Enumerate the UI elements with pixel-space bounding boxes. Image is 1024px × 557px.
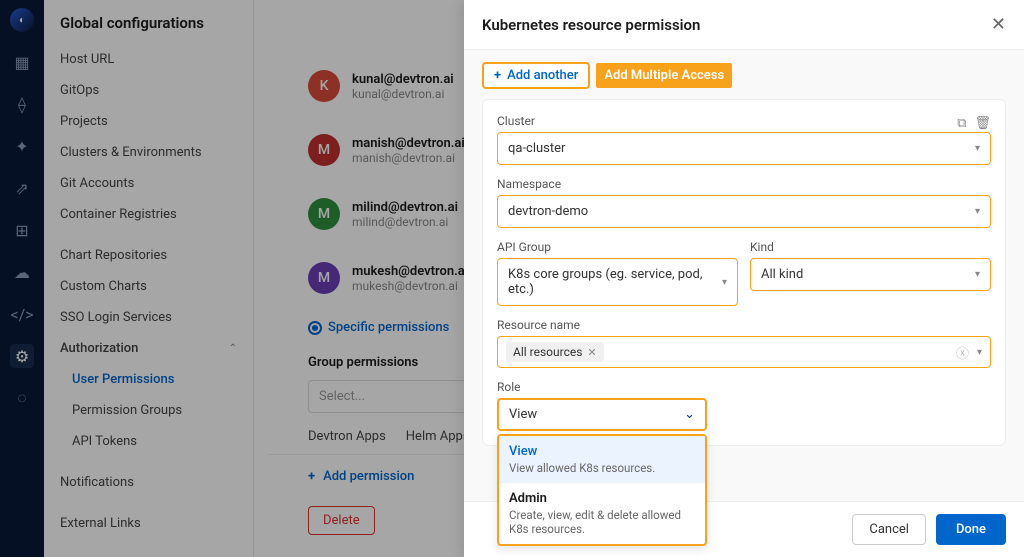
rail-code-icon[interactable]: </> [10,302,34,326]
sidebar-item-gitops[interactable]: GitOps [44,75,253,106]
rail-chart-icon[interactable]: ⊞ [10,218,34,242]
role-select[interactable]: View⌄ [497,398,707,431]
sidebar-item-host-url[interactable]: Host URL [44,44,253,75]
tab-helm-apps[interactable]: Helm Apps [406,429,470,454]
delete-icon[interactable]: 🗑 [974,116,991,131]
user-email: kunal@devtron.ai [352,72,454,87]
avatar: M [308,262,340,294]
resource-tag: All resources✕ [506,342,604,362]
avatar: K [308,70,340,102]
user-email: milind@devtron.ai [352,200,458,215]
tag-remove-icon[interactable]: ✕ [587,346,596,359]
chevron-down-icon: ▾ [975,269,980,280]
radio-specific-permissions[interactable]: Specific permissions [308,320,449,335]
radio-icon [308,321,322,335]
api-group-select[interactable]: K8s core groups (eg. service, pod, etc.)… [497,258,738,306]
namespace-select[interactable]: devtron-demo▾ [497,195,991,228]
sidebar-item-clusters[interactable]: Clusters & Environments [44,137,253,168]
sidebar-item-authorization[interactable]: Authorization ⌃ [44,333,253,364]
done-button[interactable]: Done [936,514,1006,545]
sidebar-item-external-links[interactable]: External Links [44,508,253,539]
avatar: M [308,198,340,230]
page-title: Global configurations [44,14,253,44]
sidebar-item-notifications[interactable]: Notifications [44,467,253,498]
user-email: manish@devtron.ai [352,136,465,151]
namespace-label: Namespace [497,177,991,191]
clear-icon[interactable]: ⓧ [956,343,969,362]
role-dropdown: View View allowed K8s resources. Admin C… [497,434,707,546]
chevron-up-icon: ⌃ [229,343,237,354]
cluster-label: Cluster [497,114,535,128]
chevron-down-icon: ▾ [722,277,727,288]
sidebar-item-chart-repos[interactable]: Chart Repositories [44,240,253,271]
chevron-down-icon: ⌄ [684,407,695,422]
chevron-down-icon: ▾ [975,143,980,154]
rail-deploy-icon[interactable]: ⟠ [10,92,34,116]
chevron-down-icon: ▾ [975,206,980,217]
rail-rocket-icon[interactable]: ⇗ [10,176,34,200]
resource-name-label: Resource name [497,318,991,332]
sidebar-sub-permission-groups[interactable]: Permission Groups [44,395,253,426]
sidebar-item-custom-charts[interactable]: Custom Charts [44,271,253,302]
sidebar-item-projects[interactable]: Projects [44,106,253,137]
resource-name-select[interactable]: All resources✕ ⓧ ▾ [497,336,991,368]
copy-icon[interactable]: ⧉ [957,116,966,131]
role-option-view[interactable]: View View allowed K8s resources. [499,436,705,483]
add-another-button[interactable]: +Add another [482,62,590,89]
kind-label: Kind [750,240,991,254]
plus-icon: + [494,68,501,83]
rail-grid-icon[interactable]: ▦ [10,50,34,74]
rail-settings-icon[interactable]: ⚙ [10,344,34,368]
sidebar-item-git-accounts[interactable]: Git Accounts [44,168,253,199]
avatar: M [308,134,340,166]
sidebar-item-container-registries[interactable]: Container Registries [44,199,253,230]
cancel-button[interactable]: Cancel [852,514,926,545]
cluster-select[interactable]: qa-cluster▾ [497,132,991,165]
rail-flame-icon[interactable]: ✦ [10,134,34,158]
tab-devtron-apps[interactable]: Devtron Apps [308,429,386,454]
add-multiple-access-callout: Add Multiple Access [596,63,732,88]
sidebar-item-sso[interactable]: SSO Login Services [44,302,253,333]
kind-select[interactable]: All kind▾ [750,258,991,291]
delete-button[interactable]: Delete [308,506,375,535]
role-option-admin[interactable]: Admin Create, view, edit & delete allowe… [499,483,705,544]
user-email: mukesh@devtron.ai [352,264,468,279]
sidebar-sub-api-tokens[interactable]: API Tokens [44,426,253,457]
sidebar-sub-user-permissions[interactable]: User Permissions [44,364,253,395]
api-group-label: API Group [497,240,738,254]
kubernetes-permission-modal: Kubernetes resource permission ✕ +Add an… [464,0,1024,557]
chevron-down-icon: ▾ [977,347,982,358]
role-label: Role [497,380,991,394]
rail-cycle-icon[interactable]: ◌ [10,386,34,410]
close-icon[interactable]: ✕ [991,14,1006,35]
modal-title: Kubernetes resource permission [482,16,700,34]
app-logo-icon: ◐ [10,8,34,32]
plus-icon: + [308,469,315,484]
rail-cloud-icon[interactable]: ☁ [10,260,34,284]
